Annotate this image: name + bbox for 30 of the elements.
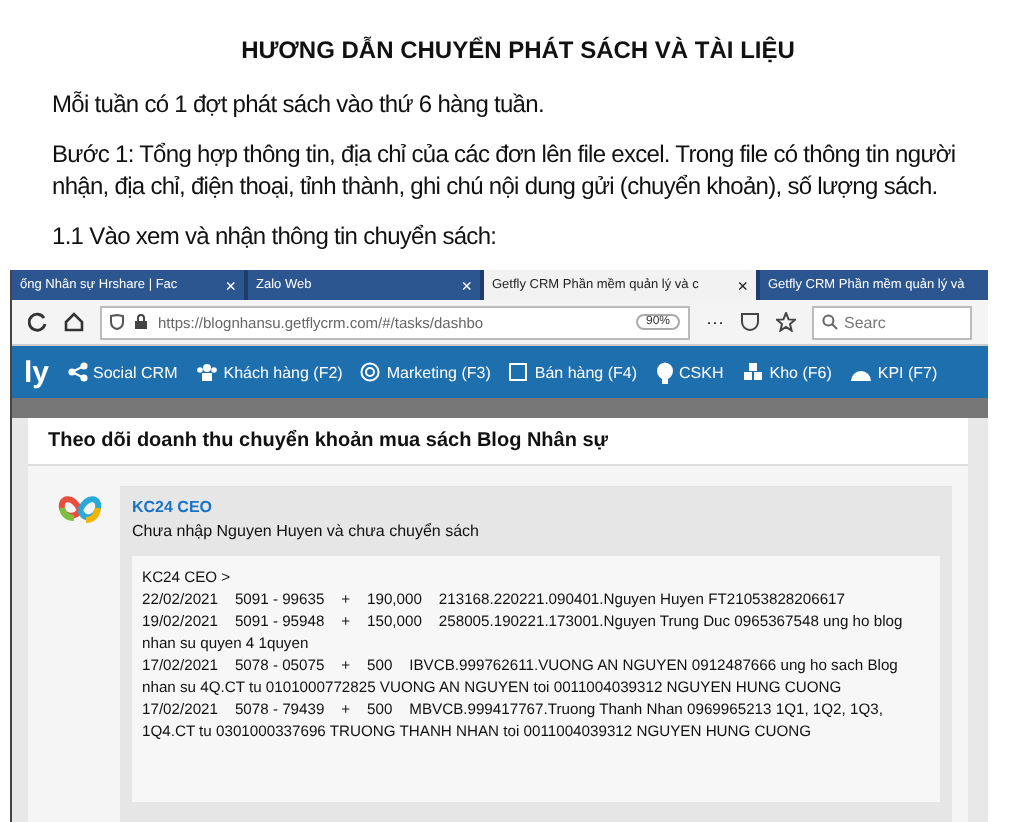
paragraph: 1.1 Vào xem và nhận thông tin chuyển sách:	[52, 220, 499, 252]
author-link[interactable]: KC24 CEO	[132, 498, 940, 516]
boxes-icon	[741, 362, 764, 382]
comment-text: Chưa nhập Nguyen Huyen và chưa chuyển sách	[132, 522, 481, 540]
more-button[interactable]: ···	[706, 312, 724, 332]
shield-icon	[110, 314, 124, 330]
nav-item[interactable]: KPI (F7)	[849, 363, 938, 381]
nav-item[interactable]: Kho (F6)	[741, 362, 832, 382]
paragraph: Mỗi tuần có 1 đợt phát sách vào thứ 6 hàng tuần.	[52, 88, 546, 120]
nav-item[interactable]: Bán hàng (F4)	[508, 362, 637, 382]
nav-item[interactable]: Social CRM	[67, 362, 178, 382]
logo[interactable]: ly	[24, 355, 50, 389]
share-icon	[67, 362, 88, 382]
star-icon[interactable]	[776, 312, 796, 332]
nav-item[interactable]: Khách hàng (F2)	[195, 362, 343, 382]
people-icon	[195, 362, 218, 382]
close-icon[interactable]: ×	[461, 275, 472, 295]
lock-icon	[134, 314, 148, 330]
reload-icon[interactable]	[28, 312, 48, 332]
close-icon[interactable]: ×	[737, 275, 748, 295]
close-icon[interactable]: ×	[225, 275, 236, 295]
nav-item[interactable]: CSKH	[655, 361, 724, 383]
panel-title: Theo dõi doanh thu chuyển khoản mua sách Blog Nhân sự	[28, 418, 968, 466]
target-icon	[360, 362, 381, 382]
search-icon	[822, 314, 838, 330]
paragraph: Bước 1: Tổng hợp thông tin, địa chỉ của các đơn lên file excel. Trong file có thông tin người nhận, địa chỉ, điện thoại, tỉnh thành, ghi chú nội dung gửi (chuyển khoản), số lượng sách.	[52, 138, 958, 202]
document-title: HƯƠNG DẪN CHUYỂN PHÁT SÁCH VÀ TÀI LIỆU	[239, 36, 797, 64]
search-field[interactable]: Searc	[812, 305, 972, 339]
nav-item[interactable]: Marketing (F3)	[360, 362, 491, 382]
home-icon[interactable]	[64, 312, 84, 332]
